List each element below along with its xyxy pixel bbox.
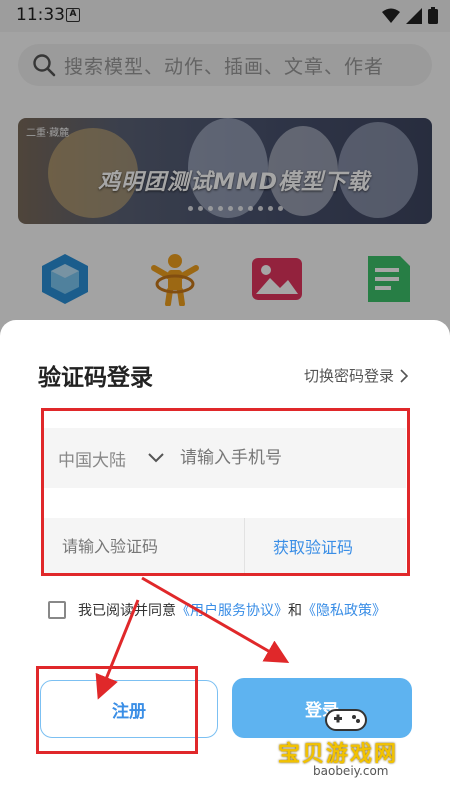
terms-link[interactable]: 《用户服务协议》: [176, 600, 288, 620]
watermark: 宝贝游戏网 baobeiy.com: [272, 700, 418, 790]
agreement-prefix: 我已阅读并同意: [78, 603, 176, 619]
annotation-box-inputs: [41, 408, 410, 576]
annotation-box-register: [36, 666, 198, 754]
watermark-url: baobeiy.com: [310, 764, 392, 778]
sheet-title: 验证码登录: [38, 365, 153, 391]
agreement-row: 我已阅读并同意 《用户服务协议》 和 《隐私政策》: [48, 600, 386, 620]
agreement-checkbox[interactable]: [48, 601, 66, 619]
agreement-and: 和: [288, 603, 302, 619]
privacy-link[interactable]: 《隐私政策》: [302, 600, 386, 620]
chevron-right-icon: [400, 368, 408, 383]
switch-password-login-link[interactable]: 切换密码登录: [304, 365, 408, 386]
switch-link-label: 切换密码登录: [303, 367, 394, 385]
gamepad-icon: [325, 709, 367, 731]
